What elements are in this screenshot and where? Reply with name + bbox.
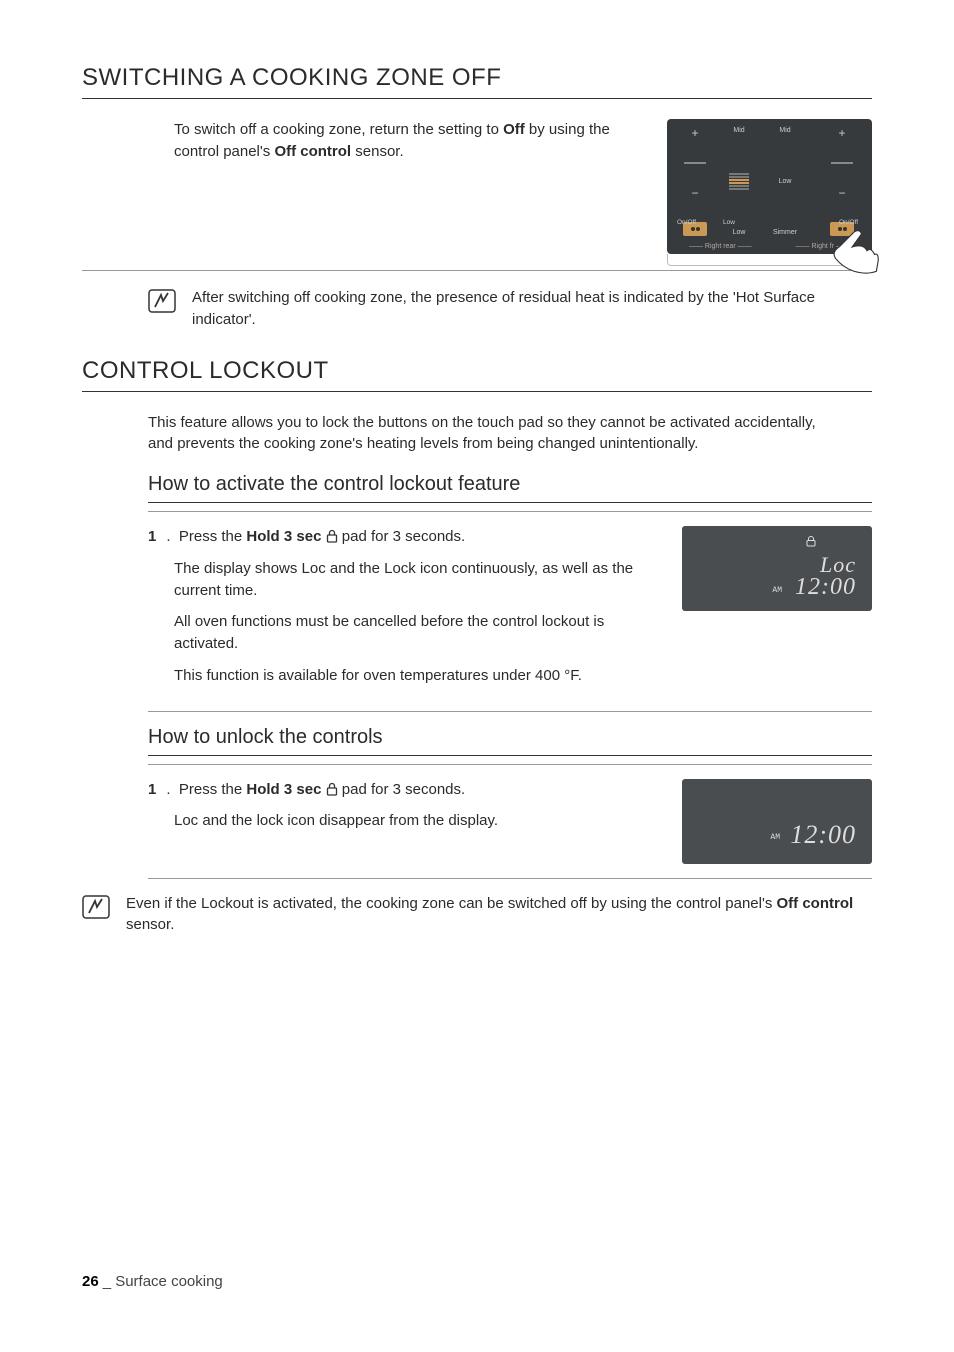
display-am2: AM (770, 833, 780, 842)
lock-icon-small (806, 536, 816, 551)
heading-switching-off: SWITCHING A COOKING ZONE OFF (82, 64, 872, 99)
subheading-activate: How to activate the control lockout feat… (148, 473, 872, 503)
display-time: 12:00 (795, 574, 856, 601)
lockout-intro: This feature allows you to lock the butt… (148, 412, 832, 456)
lock-icon (326, 782, 338, 796)
activate-step1: 1. Press the Hold 3 sec pad for 3 second… (148, 526, 660, 548)
lock-icon (326, 529, 338, 543)
unlock-step1: 1. Press the Hold 3 sec pad for 3 second… (148, 779, 660, 801)
note-lockout-off: Even if the Lockout is activated, the co… (82, 893, 872, 937)
note-icon (148, 289, 176, 313)
page-footer: 26_ Surface cooking (82, 1273, 223, 1290)
heading-control-lockout: CONTROL LOCKOUT (82, 357, 872, 392)
switch-off-text: To switch off a cooking zone, return the… (174, 119, 649, 254)
note-hot-surface: After switching off cooking zone, the pr… (82, 287, 872, 331)
note-icon (82, 895, 110, 919)
switch-off-row: To switch off a cooking zone, return the… (82, 119, 872, 271)
pointing-hand-icon (826, 218, 882, 276)
activate-step-row: 1. Press the Hold 3 sec pad for 3 second… (148, 511, 872, 712)
activate-line2: The display shows Loc and the Lock icon … (174, 558, 660, 602)
activate-line3: All oven functions must be cancelled bef… (174, 611, 660, 655)
oven-display-locked: Loc AM 12:00 (682, 526, 872, 611)
unlock-step-row: 1. Press the Hold 3 sec pad for 3 second… (148, 764, 872, 879)
activate-line4: This function is available for oven temp… (174, 665, 660, 687)
unlock-line2: Loc and the lock icon disappear from the… (174, 810, 660, 832)
display-am: AM (772, 586, 782, 595)
display-time-only: 12:00 (790, 820, 856, 850)
oven-display-unlocked: AM 12:00 (682, 779, 872, 864)
subheading-unlock: How to unlock the controls (148, 726, 872, 756)
